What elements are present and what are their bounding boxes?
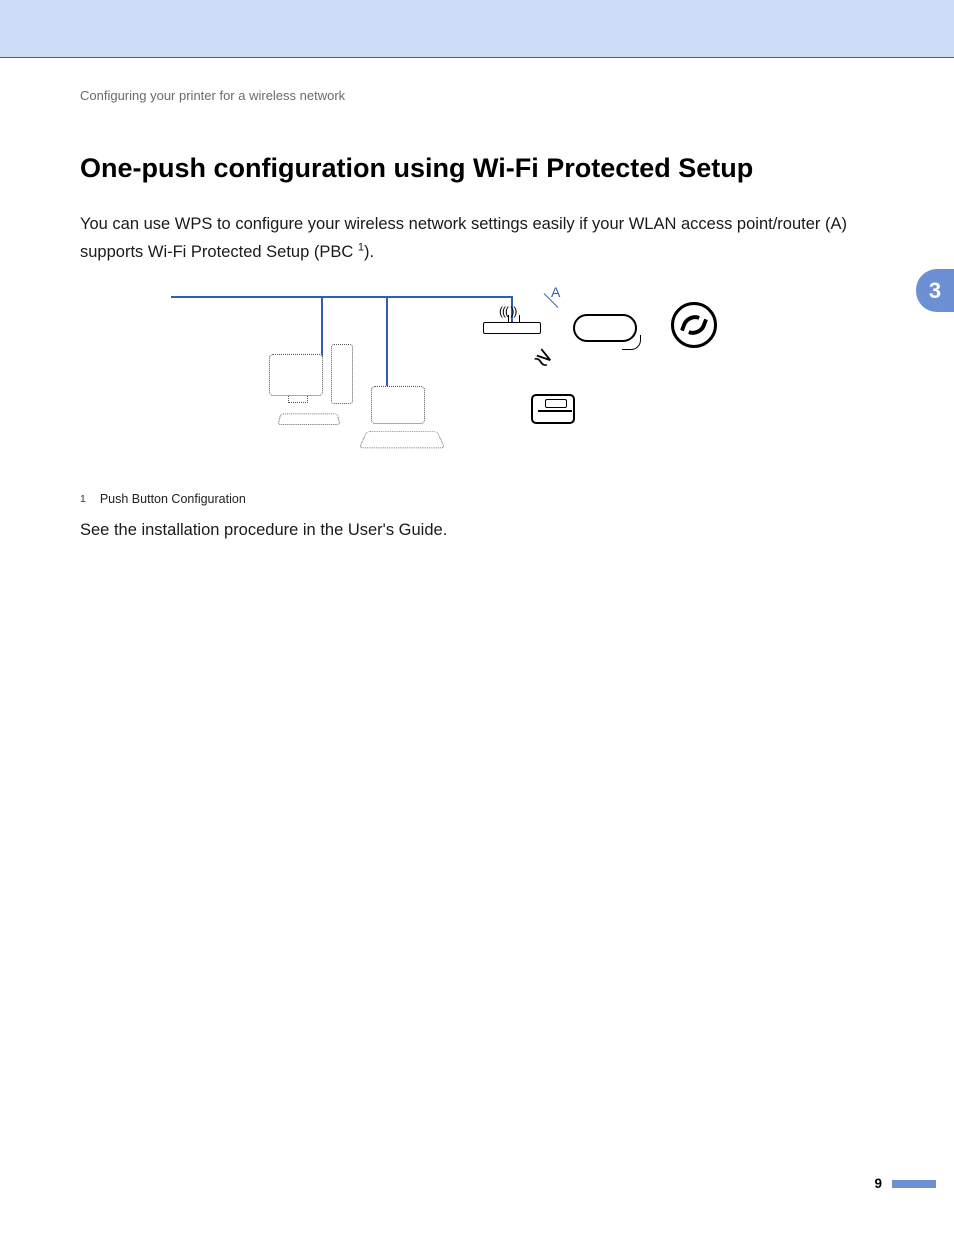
desktop-tower-icon <box>331 344 353 404</box>
page-content: Configuring your printer for a wireless … <box>0 58 954 544</box>
desktop-monitor-icon <box>269 354 323 396</box>
intro-paragraph: You can use WPS to configure your wirele… <box>80 210 902 266</box>
ethernet-line <box>171 296 511 298</box>
keyboard-icon <box>277 414 340 425</box>
laptop-screen-icon <box>371 386 425 424</box>
laptop-base-icon <box>359 431 446 448</box>
intro-text-post: ). <box>364 243 374 261</box>
breadcrumb: Configuring your printer for a wireless … <box>80 88 902 103</box>
footnote: 1 Push Button Configuration <box>80 492 902 506</box>
page-title: One-push configuration using Wi-Fi Prote… <box>80 153 902 184</box>
footer-bar-decoration <box>892 1180 936 1188</box>
page-footer: 9 <box>874 1176 936 1191</box>
header-band <box>0 0 954 58</box>
intro-text-pre: You can use WPS to configure your wirele… <box>80 215 847 261</box>
router-icon <box>483 322 541 334</box>
access-point-icon <box>573 314 637 342</box>
network-diagram: A ((( )) ≳ <box>80 284 902 474</box>
diagram-label-a: A <box>551 284 560 300</box>
chapter-tab: 3 <box>916 269 954 312</box>
see-guide-paragraph: See the installation procedure in the Us… <box>80 516 902 544</box>
wireless-signal-icon: ≳ <box>529 341 559 373</box>
wps-logo-icon <box>671 302 717 348</box>
footnote-text: Push Button Configuration <box>100 492 246 506</box>
page-number: 9 <box>874 1176 882 1191</box>
footnote-marker: 1 <box>80 493 86 505</box>
printer-icon <box>531 394 575 424</box>
